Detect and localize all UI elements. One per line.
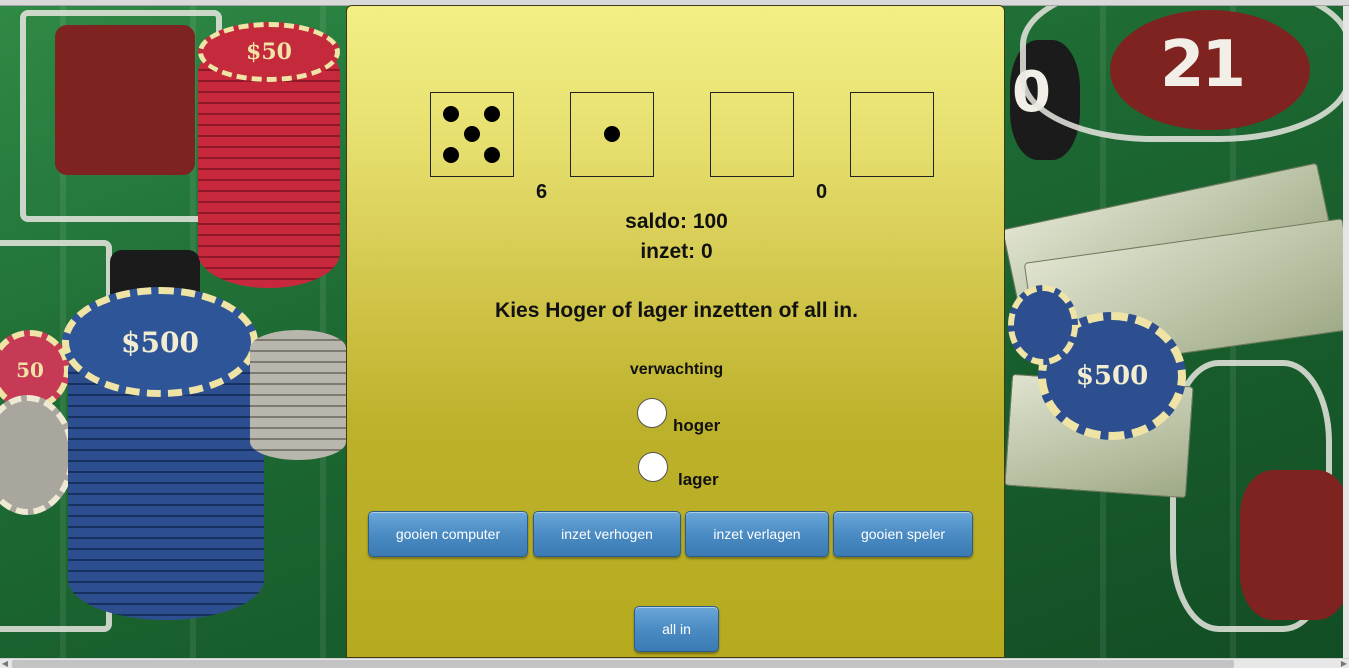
lower-bet-button[interactable]: inzet verlagen	[685, 511, 829, 557]
roll-player-button[interactable]: gooien speler	[833, 511, 973, 557]
raise-bet-button[interactable]: inzet verhogen	[533, 511, 681, 557]
player-die-1	[710, 92, 794, 177]
dice-pip	[463, 126, 480, 142]
dice-pip	[443, 105, 460, 122]
roll-computer-button[interactable]: gooien computer	[368, 511, 528, 557]
all-in-button[interactable]: all in	[634, 606, 719, 652]
instruction-message: Kies Hoger of lager inzetten of all in.	[495, 299, 858, 322]
lower-label: lager	[678, 470, 719, 489]
table-line	[20, 10, 222, 222]
table-red-area	[1240, 470, 1349, 620]
scrollbar-thumb[interactable]	[12, 660, 1234, 668]
dice-pip	[483, 146, 500, 163]
dice-pip	[443, 146, 460, 163]
game-panel: 6 0 saldo: 100 inzet: 0 Kies Hoger of la…	[346, 5, 1005, 658]
computer-die-2	[570, 92, 654, 177]
higher-radio[interactable]	[637, 398, 667, 428]
computer-total: 6	[536, 181, 548, 203]
red-chip: $50	[198, 22, 340, 82]
scroll-left-icon[interactable]: ◀	[0, 659, 10, 668]
blue-chip	[1008, 285, 1078, 365]
saldo-label: saldo: 100	[625, 210, 728, 233]
lower-radio[interactable]	[638, 452, 668, 482]
dice-pip	[603, 126, 620, 142]
player-total: 0	[816, 181, 828, 203]
right-edge	[1343, 6, 1349, 658]
computer-die-1	[430, 92, 514, 177]
inzet-label: inzet: 0	[640, 240, 713, 263]
dice-pip	[483, 105, 500, 122]
player-die-2	[850, 92, 934, 177]
grey-chip-stack	[250, 330, 346, 460]
horizontal-scrollbar[interactable]: ◀ ▶	[0, 658, 1349, 668]
scroll-right-icon[interactable]: ▶	[1339, 659, 1349, 668]
blue-chip: $500	[62, 287, 258, 397]
table-line	[1020, 0, 1349, 142]
expectation-heading: verwachting	[629, 361, 724, 378]
higher-label: hoger	[673, 416, 721, 435]
